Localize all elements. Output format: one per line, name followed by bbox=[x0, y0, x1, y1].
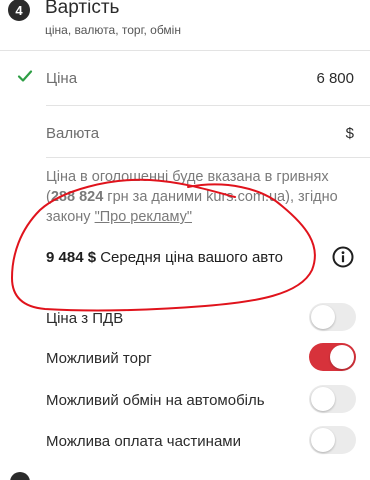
price-label: Ціна bbox=[46, 70, 78, 87]
note-line-2: грн за даними kurs.com.ua), згідно bbox=[103, 189, 338, 205]
vat-toggle[interactable] bbox=[309, 303, 356, 331]
toggle-knob bbox=[311, 305, 335, 329]
step-number-badge: 4 bbox=[8, 0, 30, 21]
option-label: Можливий обмін на автомобіль bbox=[46, 392, 265, 409]
currency-value[interactable]: $ bbox=[300, 125, 354, 142]
exchange-toggle[interactable] bbox=[309, 385, 356, 413]
divider bbox=[0, 50, 370, 51]
option-label: Ціна з ПДВ bbox=[46, 310, 124, 327]
info-icon[interactable] bbox=[332, 246, 354, 268]
toggle-knob bbox=[311, 387, 335, 411]
divider bbox=[46, 157, 370, 158]
average-price: 9 484 $ Середня ціна вашого авто bbox=[46, 249, 283, 266]
price-conversion-note: Ціна в оголошенні буде вказана в гривнях… bbox=[46, 167, 346, 227]
average-price-label: Середня ціна вашого авто bbox=[96, 249, 283, 266]
installments-toggle[interactable] bbox=[309, 426, 356, 454]
average-price-amount: 9 484 $ bbox=[46, 249, 97, 266]
option-label: Можлива оплата частинами bbox=[46, 433, 241, 450]
toggle-knob bbox=[330, 345, 354, 369]
section-header: 4 Вартість ціна, валюта, торг, обмін bbox=[0, 0, 370, 46]
price-value[interactable]: 6 800 bbox=[280, 70, 354, 87]
section-subtitle: ціна, валюта, торг, обмін bbox=[45, 23, 181, 37]
check-icon bbox=[17, 70, 33, 82]
note-line-1: Ціна в оголошенні буде вказана в гривнях bbox=[46, 169, 329, 185]
law-link[interactable]: "Про рекламу" bbox=[95, 209, 192, 225]
note-line-3-prefix: закону bbox=[46, 209, 95, 225]
bargain-toggle[interactable] bbox=[309, 343, 356, 371]
next-step-badge bbox=[10, 472, 30, 480]
option-label: Можливий торг bbox=[46, 350, 152, 367]
uah-amount: 288 824 bbox=[50, 189, 104, 205]
toggle-knob bbox=[311, 428, 335, 452]
currency-label: Валюта bbox=[46, 125, 100, 142]
divider bbox=[46, 105, 370, 106]
section-title: Вартість bbox=[45, 0, 120, 18]
